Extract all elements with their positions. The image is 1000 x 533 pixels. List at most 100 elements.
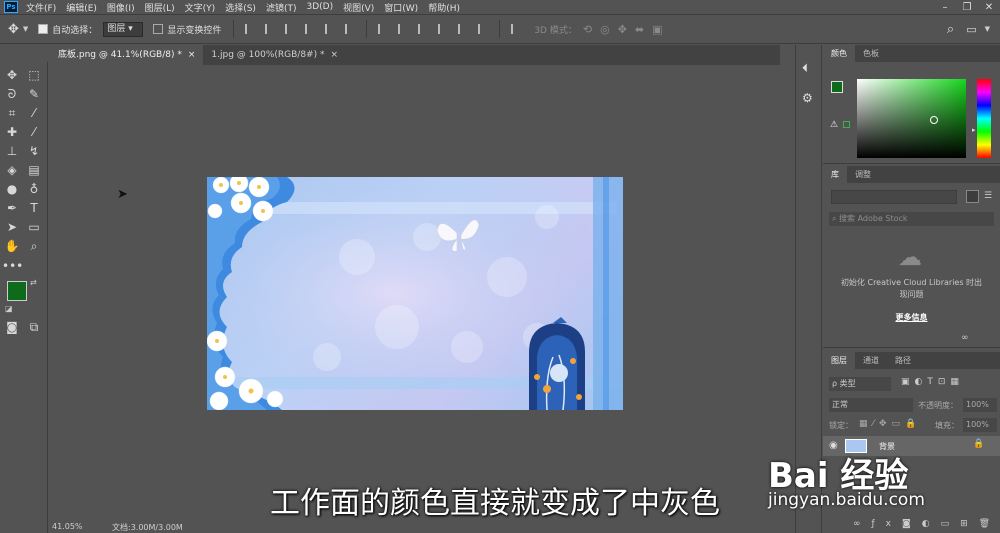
clone-stamp-icon[interactable]: ⊥ — [2, 143, 22, 160]
history-panel-icon[interactable]: ⏴ — [802, 61, 808, 76]
distribute-vcenter-icon[interactable] — [398, 24, 408, 34]
menu-type[interactable]: 文字(Y) — [185, 1, 216, 14]
3d-roll-icon[interactable]: ◎ — [600, 23, 610, 36]
3d-pan-icon[interactable]: ✥ — [618, 23, 627, 36]
align-top-icon[interactable] — [245, 24, 255, 34]
more-tools-icon[interactable]: ••• — [2, 258, 23, 275]
fill-input[interactable]: 100% — [963, 418, 997, 432]
menu-3d[interactable]: 3D(D) — [306, 2, 333, 12]
align-vcenter-icon[interactable] — [265, 24, 275, 34]
grid-view-icon[interactable] — [966, 190, 979, 203]
menu-help[interactable]: 帮助(H) — [428, 1, 460, 14]
crop-tool-icon[interactable]: ⌗ — [2, 105, 22, 122]
quick-mask-icon[interactable]: ◙ — [2, 319, 22, 336]
cc-sync-icon[interactable]: ∞ — [961, 333, 969, 343]
menu-window[interactable]: 窗口(W) — [384, 1, 418, 14]
zoom-level[interactable]: 41.05% — [52, 522, 83, 531]
stock-search-input[interactable]: ⌕ 搜索 Adobe Stock — [829, 212, 994, 226]
chevron-down-icon[interactable]: ▼ — [23, 25, 28, 33]
gamut-warning-icon[interactable]: ⚠ — [830, 120, 838, 130]
layer-filter-icons[interactable]: ▣◐T⊡▦ — [901, 377, 964, 387]
menu-filter[interactable]: 滤镜(T) — [266, 1, 297, 14]
web-safe-swatch[interactable] — [843, 121, 850, 128]
tab-swatches[interactable]: 色板 — [855, 45, 887, 62]
history-brush-icon[interactable]: ↯ — [24, 143, 44, 160]
layer-filter-select[interactable]: ρ 类型 — [829, 377, 891, 391]
move-tool-icon[interactable]: ✥ — [2, 67, 22, 84]
marquee-tool-icon[interactable]: ⬚ — [24, 67, 44, 84]
type-tool-icon[interactable]: T — [24, 200, 44, 217]
brush-tool-icon[interactable]: ⁄ — [24, 124, 44, 141]
distribute-hcenter-icon[interactable] — [458, 24, 468, 34]
close-icon[interactable]: × — [330, 50, 338, 60]
quick-select-tool-icon[interactable]: ✎ — [24, 86, 44, 103]
library-select[interactable] — [831, 190, 957, 204]
menu-image[interactable]: 图像(I) — [107, 1, 135, 14]
align-right-icon[interactable] — [345, 24, 355, 34]
restore-icon[interactable]: ❐ — [956, 2, 978, 13]
healing-brush-icon[interactable]: ✚ — [2, 124, 22, 141]
tab-adjustments[interactable]: 调整 — [847, 166, 879, 183]
show-transform-checkbox[interactable] — [153, 24, 164, 34]
more-info-link[interactable]: 更多信息 — [823, 312, 1000, 323]
pen-tool-icon[interactable]: ✒ — [2, 200, 22, 217]
eraser-tool-icon[interactable]: ◈ — [2, 162, 22, 179]
align-left-icon[interactable] — [305, 24, 315, 34]
swap-colors-icon[interactable]: ⇄ — [30, 278, 37, 287]
workspace-icon[interactable]: ▭ — [966, 23, 976, 36]
menu-file[interactable]: 文件(F) — [26, 1, 56, 14]
3d-slide-icon[interactable]: ⬌ — [635, 23, 644, 36]
3d-rotate-icon[interactable]: ⟲ — [583, 23, 592, 36]
3d-scale-icon[interactable]: ▣ — [652, 23, 662, 36]
rectangle-tool-icon[interactable]: ▭ — [24, 219, 44, 236]
close-icon[interactable]: × — [188, 50, 196, 60]
auto-select-dropdown[interactable]: 图层 ▾ — [103, 21, 144, 37]
auto-select-checkbox[interactable] — [38, 24, 49, 34]
document-image[interactable] — [207, 177, 623, 410]
hand-tool-icon[interactable]: ✋ — [2, 238, 22, 255]
foreground-color-swatch[interactable] — [7, 281, 27, 301]
tab-document-1[interactable]: 底板.png @ 41.1%(RGB/8) * × — [50, 45, 204, 65]
layer-actions[interactable]: ∞ƒx◙◐▭⊞🗑 — [853, 519, 1000, 529]
eyedropper-tool-icon[interactable]: ⁄ — [24, 105, 44, 122]
tab-document-2[interactable]: 1.jpg @ 100%(RGB/8#) * × — [203, 45, 346, 65]
align-bottom-icon[interactable] — [285, 24, 295, 34]
lasso-tool-icon[interactable]: ᘐ — [2, 86, 22, 103]
zoom-tool-icon[interactable]: ⌕ — [24, 238, 44, 255]
tab-layers[interactable]: 图层 — [823, 352, 855, 369]
foreground-color-swatch[interactable] — [831, 81, 843, 93]
tab-channels[interactable]: 通道 — [855, 352, 887, 369]
tab-paths[interactable]: 路径 — [887, 352, 919, 369]
opacity-input[interactable]: 100% — [963, 398, 997, 412]
color-picker-handle[interactable] — [930, 116, 938, 124]
lock-icons[interactable]: ▦⁄✥▭🔒 — [859, 419, 921, 429]
screen-mode-icon[interactable]: ⧉ — [24, 319, 44, 336]
align-hcenter-icon[interactable] — [325, 24, 335, 34]
properties-panel-icon[interactable]: ⚙ — [802, 91, 813, 105]
color-field[interactable] — [857, 79, 966, 158]
distribute-top-icon[interactable] — [378, 24, 388, 34]
chevron-down-icon[interactable]: ▼ — [985, 25, 990, 33]
menu-select[interactable]: 选择(S) — [225, 1, 256, 14]
hue-slider[interactable] — [977, 79, 991, 158]
menu-view[interactable]: 视图(V) — [343, 1, 374, 14]
path-select-icon[interactable]: ➤ — [2, 219, 22, 236]
distribute-left-icon[interactable] — [438, 24, 448, 34]
menu-edit[interactable]: 编辑(E) — [66, 1, 97, 14]
tab-color[interactable]: 颜色 — [823, 45, 855, 62]
search-icon[interactable]: ⌕ — [947, 22, 954, 37]
tab-libraries[interactable]: 库 — [823, 166, 847, 183]
hue-slider-handle[interactable]: ▸ — [972, 126, 976, 134]
gradient-tool-icon[interactable]: ▤ — [24, 162, 44, 179]
distribute-right-icon[interactable] — [478, 24, 488, 34]
distribute-bottom-icon[interactable] — [418, 24, 428, 34]
blur-tool-icon[interactable]: ● — [2, 181, 22, 198]
menu-layer[interactable]: 图层(L) — [145, 1, 175, 14]
default-colors-icon[interactable]: ◪ — [5, 304, 13, 313]
list-view-icon[interactable]: ☰ — [984, 191, 992, 201]
move-tool-preset-icon[interactable]: ✥ — [8, 22, 19, 37]
blend-mode-select[interactable]: 正常 — [829, 398, 913, 412]
minimize-icon[interactable]: – — [934, 2, 956, 13]
dodge-tool-icon[interactable]: ♁ — [24, 181, 44, 198]
auto-align-icon[interactable] — [511, 24, 521, 34]
